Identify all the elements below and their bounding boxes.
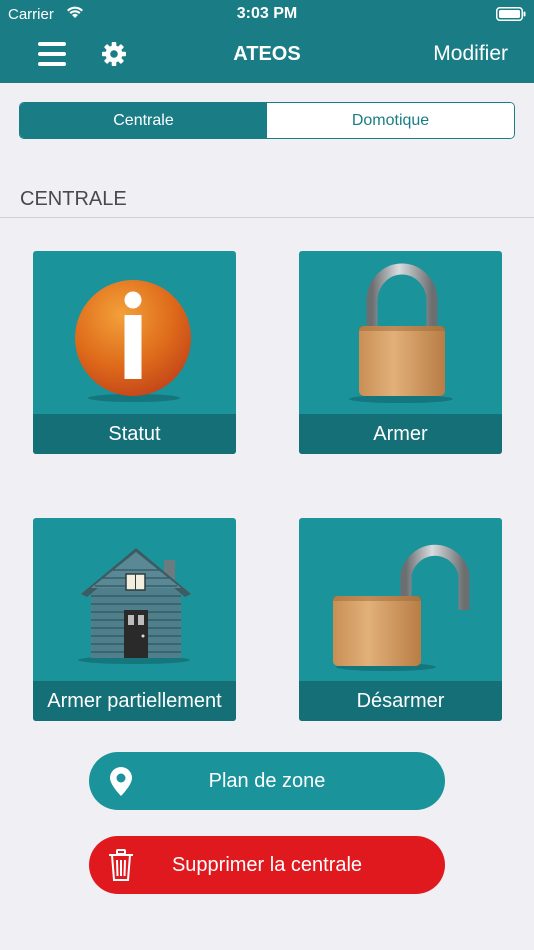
section-title: CENTRALE bbox=[20, 188, 127, 210]
edit-button[interactable]: Modifier bbox=[433, 42, 508, 66]
zone-plan-label: Plan de zone bbox=[208, 769, 326, 792]
tile-label: Armer partiellement bbox=[33, 681, 236, 721]
delete-centrale-button[interactable]: Supprimer la centrale bbox=[89, 836, 445, 894]
status-time: 3:03 PM bbox=[236, 5, 298, 22]
location-pin-icon bbox=[110, 767, 132, 796]
tile-armer[interactable]: Armer bbox=[299, 251, 502, 454]
tile-desarmer[interactable]: Désarmer bbox=[299, 518, 502, 721]
section-divider bbox=[0, 217, 534, 218]
tab-domotique[interactable]: Domotique bbox=[267, 103, 514, 138]
battery-icon bbox=[496, 7, 526, 21]
tile-armer-partiellement[interactable]: Armer partiellement bbox=[33, 518, 236, 721]
tile-label: Statut bbox=[33, 414, 236, 454]
tab-centrale[interactable]: Centrale bbox=[20, 103, 267, 138]
info-icon bbox=[75, 280, 191, 402]
tile-label: Armer bbox=[299, 414, 502, 454]
status-bar: Carrier 3:03 PM bbox=[0, 0, 534, 28]
segmented-control: Centrale Domotique bbox=[19, 102, 515, 139]
delete-centrale-label: Supprimer la centrale bbox=[171, 853, 363, 876]
header: Carrier 3:03 PM ATEOS Modifier bbox=[0, 0, 534, 83]
zone-plan-button[interactable]: Plan de zone bbox=[89, 752, 445, 810]
locked-padlock-icon bbox=[349, 263, 453, 403]
tile-statut[interactable]: Statut bbox=[33, 251, 236, 454]
tile-label: Désarmer bbox=[299, 681, 502, 721]
unlocked-padlock-icon bbox=[333, 544, 470, 671]
house-icon bbox=[78, 548, 191, 664]
trash-icon bbox=[109, 849, 133, 881]
